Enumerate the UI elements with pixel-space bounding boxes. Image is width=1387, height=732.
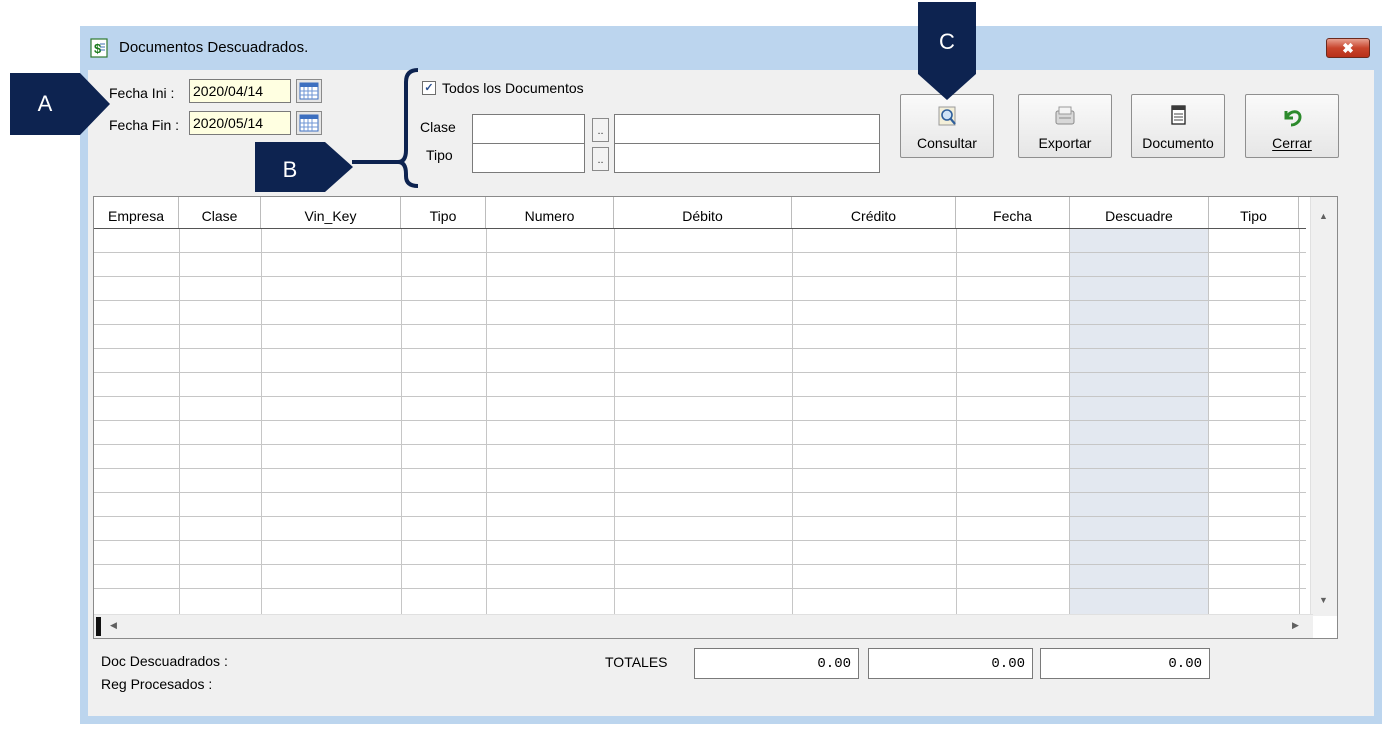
grid-line: [956, 229, 957, 615]
document-dollar-icon: $: [90, 38, 108, 58]
annotation-b-bracket: [352, 68, 419, 188]
grid-row-line: [94, 540, 1306, 541]
svg-text:$: $: [94, 41, 102, 56]
col-header-vin-key[interactable]: Vin_Key: [261, 197, 401, 228]
undo-arrow-icon: [1284, 110, 1302, 127]
row-indicator: [96, 617, 101, 636]
grid-line: [1299, 229, 1300, 615]
export-icon: [1055, 106, 1075, 125]
doc-descuadrados-label: Doc Descuadrados :: [101, 653, 228, 669]
annotation-c-arrow: [918, 74, 976, 100]
scroll-left-arrow-icon[interactable]: ◀: [110, 620, 117, 631]
grid-line: [179, 229, 180, 615]
consultar-button[interactable]: Consultar: [900, 94, 994, 158]
total-descuadre-field: 0.00: [1040, 648, 1210, 679]
magnifier-icon: [938, 106, 956, 126]
clase-code-input[interactable]: [472, 114, 585, 144]
col-header-clase[interactable]: Clase: [179, 197, 261, 228]
close-icon: ✖: [1342, 40, 1354, 56]
col-header-tipo-2[interactable]: Tipo: [1209, 197, 1299, 228]
col-header-debito[interactable]: Débito: [614, 197, 792, 228]
grid-row-line: [94, 372, 1306, 373]
todos-documentos-label: Todos los Documentos: [442, 80, 584, 96]
grid-row-line: [94, 492, 1306, 493]
grid-line: [401, 229, 402, 615]
col-header-credito[interactable]: Crédito: [792, 197, 956, 228]
descuadre-column-shade: [1069, 229, 1208, 615]
col-header-numero[interactable]: Numero: [486, 197, 614, 228]
clase-description-input[interactable]: [614, 114, 880, 144]
scroll-down-arrow-icon[interactable]: ▼: [1319, 595, 1328, 605]
window-title: Documentos Descuadrados.: [119, 39, 309, 56]
fecha-fin-calendar-button[interactable]: [296, 111, 322, 135]
col-header-fecha[interactable]: Fecha: [956, 197, 1070, 228]
col-header-tipo[interactable]: Tipo: [401, 197, 486, 228]
tipo-lookup-button[interactable]: ..: [592, 147, 609, 171]
grid-row-line: [94, 348, 1306, 349]
fecha-fin-input[interactable]: 2020/05/14: [189, 111, 291, 135]
grid-line: [792, 229, 793, 615]
grid-row-line: [94, 588, 1306, 589]
annotation-b: B: [255, 142, 325, 192]
grid-row-line: [94, 252, 1306, 253]
grid-row-line: [94, 300, 1306, 301]
fecha-ini-input[interactable]: 2020/04/14: [189, 79, 291, 103]
cerrar-label: Cerrar: [1272, 135, 1312, 151]
title-bar: $ Documentos Descuadrados. ✖: [80, 26, 1382, 70]
annotation-a-arrow: [80, 73, 110, 135]
exportar-label: Exportar: [1038, 135, 1092, 151]
grid-row-line: [94, 396, 1306, 397]
close-window-button[interactable]: ✖: [1326, 38, 1370, 58]
grid-line: [1069, 229, 1070, 615]
annotation-c: C: [918, 2, 976, 74]
grid-row-line: [94, 276, 1306, 277]
horizontal-scrollbar[interactable]: ◀ ▶: [94, 614, 1313, 638]
col-header-empresa[interactable]: Empresa: [94, 197, 179, 228]
documento-button[interactable]: Documento: [1131, 94, 1225, 158]
col-header-descuadre[interactable]: Descuadre: [1070, 197, 1209, 228]
reg-procesados-label: Reg Procesados :: [101, 676, 213, 692]
grid-row-line: [94, 420, 1306, 421]
grid-row-line: [94, 564, 1306, 565]
total-debito-field: 0.00: [694, 648, 859, 679]
scroll-up-arrow-icon[interactable]: ▲: [1319, 211, 1328, 221]
clase-label: Clase: [420, 119, 456, 135]
fecha-fin-label: Fecha Fin :: [109, 117, 180, 133]
grid-line: [486, 229, 487, 615]
documents-grid[interactable]: Empresa Clase Vin_Key Tipo Numero Débito…: [93, 196, 1338, 639]
scroll-right-arrow-icon[interactable]: ▶: [1292, 620, 1299, 631]
total-credito-field: 0.00: [868, 648, 1033, 679]
tipo-description-input[interactable]: [614, 143, 880, 173]
grid-row-line: [94, 444, 1306, 445]
calendar-icon: [299, 82, 319, 100]
grid-line: [614, 229, 615, 615]
documento-label: Documento: [1142, 135, 1214, 151]
annotation-a: A: [10, 73, 80, 135]
fecha-ini-calendar-button[interactable]: [296, 79, 322, 103]
calendar-icon: [299, 114, 319, 132]
grid-row-line: [94, 516, 1306, 517]
grid-row-line: [94, 324, 1306, 325]
exportar-button[interactable]: Exportar: [1018, 94, 1112, 158]
tipo-label: Tipo: [426, 147, 453, 163]
tipo-code-input[interactable]: [472, 143, 585, 173]
grid-line: [261, 229, 262, 615]
totales-label: TOTALES: [605, 654, 668, 670]
vertical-scrollbar[interactable]: ▲ ▼: [1310, 197, 1337, 616]
fecha-ini-label: Fecha Ini :: [109, 85, 175, 101]
grid-header: Empresa Clase Vin_Key Tipo Numero Débito…: [94, 197, 1306, 229]
grid-line: [1208, 229, 1209, 615]
checkmark-icon: ✓: [424, 82, 434, 94]
grid-row-line: [94, 468, 1306, 469]
cerrar-button[interactable]: Cerrar: [1245, 94, 1339, 158]
clase-lookup-button[interactable]: ..: [592, 118, 609, 142]
consultar-label: Consultar: [917, 135, 977, 151]
document-icon: [1171, 105, 1186, 125]
